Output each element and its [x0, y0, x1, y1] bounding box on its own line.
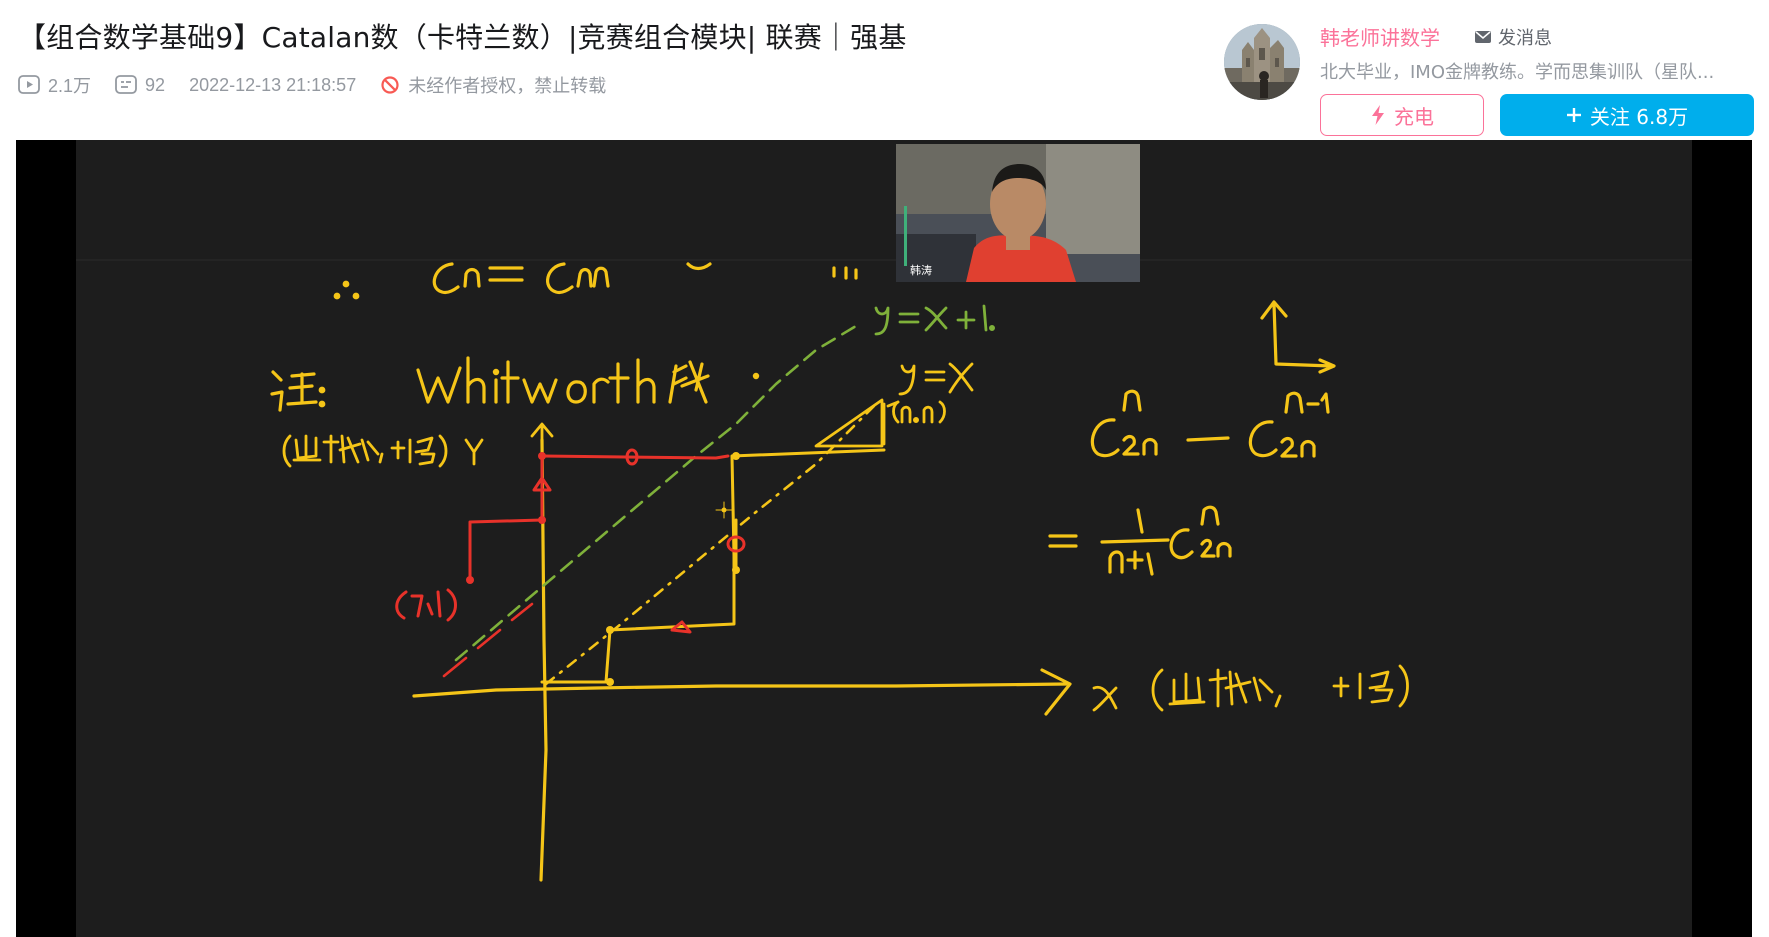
video-frame: 韩涛	[76, 140, 1692, 937]
danmaku-count-value: 92	[145, 74, 166, 95]
plus-icon	[1566, 108, 1581, 122]
forbidden-icon	[381, 76, 399, 94]
send-message-label: 发消息	[1498, 28, 1552, 49]
uploader-name[interactable]: 韩老师讲数学	[1320, 22, 1440, 51]
lightning-icon	[1372, 105, 1384, 125]
copyright-notice-text: 未经作者授权，禁止转载	[408, 76, 607, 96]
charge-button[interactable]: 充电	[1320, 94, 1484, 136]
view-count: 2.1万	[18, 72, 91, 98]
avatar-image	[1224, 24, 1300, 100]
copyright-notice: 未经作者授权，禁止转载	[380, 72, 606, 98]
video-header: 【组合数学基础9】Catalan数（卡特兰数）|竞赛组合模块| 联赛｜强基 2.…	[0, 0, 1769, 138]
webcam-feed	[896, 144, 1140, 282]
follow-button-label: 关注 6.8万	[1589, 104, 1689, 129]
charge-button-label: 充电	[1394, 104, 1434, 129]
follow-button[interactable]: 关注 6.8万	[1500, 94, 1754, 136]
view-count-value: 2.1万	[48, 76, 92, 96]
video-meta: 2.1万 92 2022-12-13 21:18:57 未经作者授权，禁止转载	[18, 70, 630, 100]
danmaku-icon	[115, 75, 137, 94]
webcam-name: 韩涛	[910, 264, 932, 277]
danmaku-count: 92	[115, 75, 165, 96]
mail-icon	[1475, 31, 1491, 43]
uploader-card: 韩老师讲数学 发消息 北大毕业，IMO金牌教练。学而思集训队（星队... 充电 …	[1224, 18, 1764, 136]
play-icon	[18, 75, 40, 94]
video-title: 【组合数学基础9】Catalan数（卡特兰数）|竞赛组合模块| 联赛｜强基	[18, 21, 907, 54]
avatar[interactable]	[1224, 24, 1300, 100]
publish-date: 2022-12-13 21:18:57	[189, 74, 357, 95]
send-message-link[interactable]: 发消息	[1474, 24, 1552, 50]
video-player[interactable]: 韩涛	[16, 140, 1752, 937]
webcam-overlay: 韩涛	[896, 144, 1140, 282]
uploader-description: 北大毕业，IMO金牌教练。学而思集训队（星队...	[1320, 62, 1715, 83]
whiteboard-drawing	[76, 259, 1692, 882]
